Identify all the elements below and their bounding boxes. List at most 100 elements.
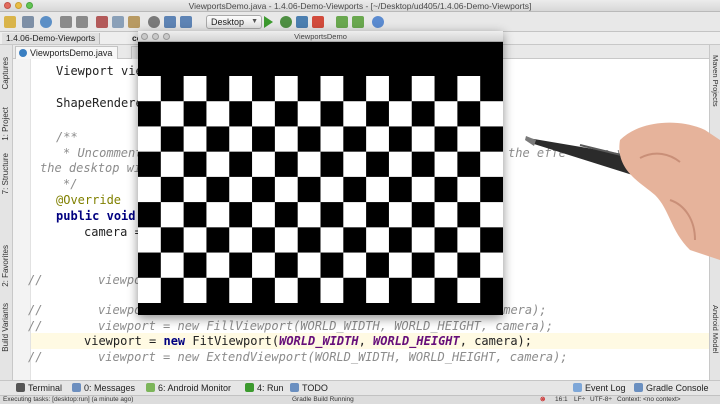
cut-icon[interactable] — [96, 16, 108, 28]
checker-square — [320, 176, 344, 203]
sync-icon[interactable] — [40, 16, 52, 28]
checker-square — [183, 76, 207, 102]
maven-projects-tool-tab[interactable]: Maven Projects — [711, 55, 720, 107]
checker-square — [480, 227, 503, 253]
checker-square — [229, 252, 253, 279]
checker-square — [388, 151, 413, 178]
android-model-tool-tab[interactable]: Android Model — [711, 305, 720, 353]
checker-square — [229, 202, 253, 228]
checker-square — [366, 151, 390, 178]
gradle-console-tool-tab[interactable]: Gradle Console — [634, 383, 709, 393]
checker-square — [297, 277, 321, 303]
undo-icon[interactable] — [60, 16, 72, 28]
checker-square — [138, 151, 162, 178]
sdk-manager-icon[interactable] — [352, 16, 364, 28]
context-indicator: Context: <no context> — [617, 396, 681, 403]
captures-tool-tab[interactable]: Captures — [1, 57, 10, 89]
checker-square — [457, 227, 481, 253]
open-folder-icon[interactable] — [4, 16, 16, 28]
event-log-icon — [573, 383, 582, 392]
checker-square — [320, 126, 344, 152]
structure-tool-tab[interactable]: 7: Structure — [1, 153, 10, 194]
checker-square — [160, 176, 184, 203]
breadcrumb-project[interactable]: 1.4.06-Demo-Viewports — [2, 33, 101, 44]
messages-tool-tab[interactable]: 0: Messages — [72, 383, 135, 393]
code-line: viewpo — [98, 303, 142, 317]
back-icon[interactable] — [164, 16, 176, 28]
caret-position[interactable]: 16:1 — [555, 396, 568, 404]
checker-square — [274, 76, 298, 102]
gradle-build-status[interactable]: Gradle Build Running — [292, 396, 354, 404]
checker-square — [297, 227, 321, 253]
terminal-tool-tab[interactable]: Terminal — [16, 383, 62, 393]
checker-square — [457, 252, 481, 279]
checker-square — [274, 151, 298, 178]
checker-square — [457, 101, 481, 127]
checker-square — [343, 227, 367, 253]
checker-square — [388, 252, 413, 279]
game-window[interactable]: ViewportsDemo — [138, 31, 503, 315]
checker-square — [274, 252, 298, 279]
checker-square — [434, 126, 458, 152]
checker-square — [366, 227, 390, 253]
checker-square — [160, 277, 184, 303]
checker-square — [343, 252, 367, 279]
avd-manager-icon[interactable] — [336, 16, 348, 28]
checker-square — [297, 176, 321, 203]
checker-square — [388, 277, 413, 303]
stop-process-icon[interactable]: ⊗ — [540, 396, 545, 404]
checker-square — [252, 227, 276, 253]
checker-square — [183, 101, 207, 127]
checker-square — [274, 101, 298, 127]
favorites-tool-tab[interactable]: 2: Favorites — [1, 245, 10, 287]
code-line: viewpo — [98, 273, 142, 287]
checker-square — [229, 101, 253, 127]
checker-square — [274, 277, 298, 303]
find-icon[interactable] — [148, 16, 160, 28]
checker-square — [434, 252, 458, 279]
checker-square — [388, 101, 413, 127]
help-icon[interactable] — [372, 16, 384, 28]
coverage-icon[interactable] — [296, 16, 308, 28]
paste-icon[interactable] — [128, 16, 140, 28]
game-window-title: ViewportsDemo — [294, 32, 347, 41]
event-log-tool-tab[interactable]: Event Log — [573, 383, 626, 393]
tab-viewportsdemo-java[interactable]: ViewportsDemo.java — [15, 46, 119, 59]
checker-square — [457, 76, 481, 102]
checker-square — [183, 252, 207, 279]
checker-square — [388, 176, 413, 203]
redo-icon[interactable] — [76, 16, 88, 28]
checker-square — [160, 101, 184, 127]
checker-square — [274, 227, 298, 253]
line-separator[interactable]: LF÷ — [574, 396, 585, 404]
game-window-title-bar: ViewportsDemo — [138, 31, 503, 42]
checker-square — [366, 76, 390, 102]
checker-square — [457, 176, 481, 203]
file-encoding[interactable]: UTF-8÷ — [590, 396, 612, 404]
checker-square — [411, 252, 435, 279]
window-title: ViewportsDemo.java - 1.4.06-Demo-Viewpor… — [188, 1, 532, 11]
checker-square — [297, 101, 321, 127]
run-icon[interactable] — [264, 16, 273, 28]
debug-icon[interactable] — [280, 16, 292, 28]
checker-square — [206, 277, 230, 303]
checker-square — [138, 76, 162, 102]
save-icon[interactable] — [22, 16, 34, 28]
checker-square — [274, 176, 298, 203]
stop-icon[interactable] — [312, 16, 324, 28]
run-tool-tab[interactable]: 4: Run — [245, 383, 284, 393]
project-tool-tab[interactable]: 1: Project — [1, 107, 10, 141]
todo-tool-tab[interactable]: TODO — [290, 383, 328, 393]
checker-square — [297, 151, 321, 178]
forward-icon[interactable] — [180, 16, 192, 28]
checker-square — [297, 76, 321, 102]
run-configuration-select[interactable]: Desktop ▼ — [206, 15, 262, 29]
checker-square — [160, 202, 184, 228]
build-variants-tool-tab[interactable]: Build Variants — [1, 303, 10, 352]
checker-square — [183, 176, 207, 203]
checker-square — [206, 126, 230, 152]
checker-square — [206, 101, 230, 127]
copy-icon[interactable] — [112, 16, 124, 28]
android-monitor-tool-tab[interactable]: 6: Android Monitor — [146, 383, 231, 393]
checker-square — [480, 151, 503, 178]
